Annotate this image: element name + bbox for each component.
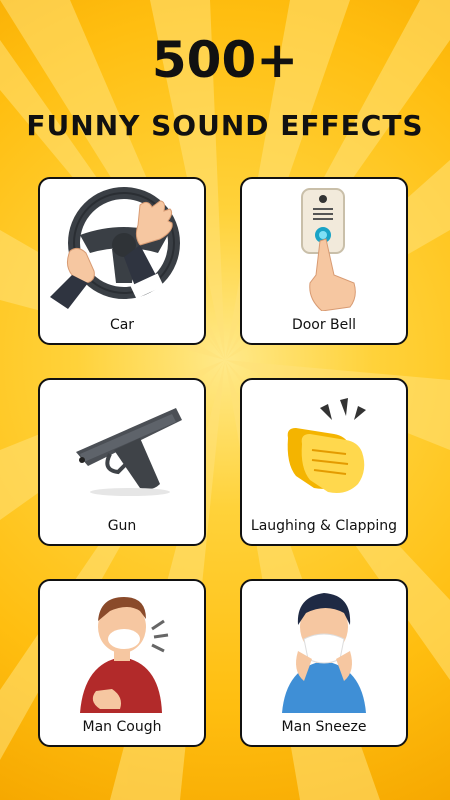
sound-card-car[interactable]: Car (38, 177, 206, 345)
headline-count: 500+ (151, 31, 299, 89)
sound-card-label: Laughing & Clapping (250, 518, 398, 534)
clapping-hands-icon (287, 398, 366, 493)
sound-card-label: Man Cough (82, 719, 162, 735)
doorbell-icon (301, 188, 356, 311)
coughing-man-icon (80, 597, 169, 713)
sound-card-man-cough[interactable]: Man Cough (38, 579, 206, 747)
steering-wheel-icon (50, 187, 180, 309)
sound-card-laughing-clapping[interactable]: Laughing & Clapping (240, 378, 408, 546)
sneezing-man-icon (282, 593, 366, 713)
sound-card-gun[interactable]: Gun (38, 378, 206, 546)
sound-card-label: Gun (107, 518, 137, 534)
pistol-icon (76, 408, 182, 496)
headline-subtitle: FUNNY SOUND EFFECTS (26, 109, 424, 142)
sound-card-label: Car (109, 317, 135, 333)
sound-card-man-sneeze[interactable]: Man Sneeze (240, 579, 408, 747)
sound-card-door-bell[interactable]: Door Bell (240, 177, 408, 345)
sound-card-label: Man Sneeze (281, 719, 367, 735)
sound-card-label: Door Bell (291, 317, 357, 333)
